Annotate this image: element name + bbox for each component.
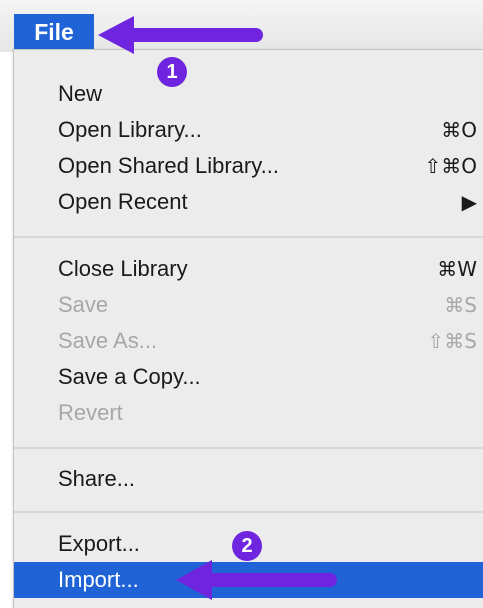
annotation-arrow-2 (176, 560, 337, 600)
screenshot: File New Open Library... ⌘O Open Shared … (0, 0, 483, 608)
annotation-badge-2: 2 (232, 531, 262, 561)
